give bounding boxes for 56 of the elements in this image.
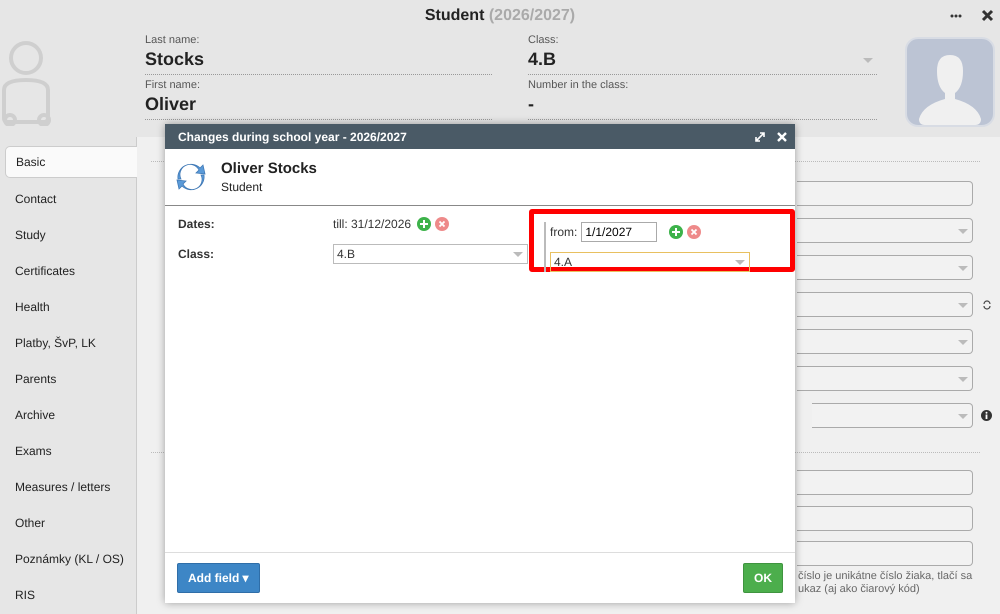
input-field[interactable] xyxy=(797,541,973,566)
input-field[interactable] xyxy=(797,181,973,206)
sidebar-tab[interactable]: Platby, ŠvP, LK xyxy=(5,328,136,358)
more-icon[interactable] xyxy=(950,14,962,18)
sidebar-tab[interactable]: Measures / letters xyxy=(5,472,136,502)
dialog-title: Changes during school year - 2026/2027 xyxy=(178,130,408,144)
field-label: Class: xyxy=(528,34,559,46)
refresh-icon[interactable] xyxy=(982,300,992,310)
add-icon[interactable] xyxy=(417,217,432,231)
hint-text: číslo je unikátne číslo žiaka, tlačí sa xyxy=(798,570,972,583)
add-field-button[interactable]: Add field ▾ xyxy=(177,563,260,593)
sidebar-tab[interactable]: Parents xyxy=(5,364,136,394)
row-label: Dates: xyxy=(178,217,216,231)
sidebar-tab[interactable]: Archive xyxy=(5,400,136,430)
person-role: Student xyxy=(221,180,264,194)
sidebar-tab[interactable]: Study xyxy=(5,220,136,250)
date-text: till: 31/12/2026 xyxy=(333,217,412,231)
from-label: from: xyxy=(550,225,578,239)
field-label: First name: xyxy=(145,79,200,91)
field-value: Oliver xyxy=(145,94,198,116)
remove-icon[interactable] xyxy=(435,217,450,231)
sidebar-tab[interactable]: Basic xyxy=(5,146,137,178)
sidebar-tab[interactable]: Exams xyxy=(5,436,136,466)
sidebar-tab[interactable]: Health xyxy=(5,292,136,322)
remove-icon[interactable] xyxy=(687,225,702,239)
avatar-icon xyxy=(905,37,995,127)
input-field[interactable] xyxy=(797,470,973,495)
add-icon[interactable] xyxy=(669,225,684,239)
sidebar-tab[interactable]: Other xyxy=(5,508,136,538)
class-select[interactable]: 4.A xyxy=(550,252,750,272)
info-icon xyxy=(981,410,992,421)
sidebar-tab[interactable]: Certificates xyxy=(5,256,136,286)
sidebar-tab[interactable]: Poznámky (KL / OS) xyxy=(5,544,136,574)
select-field[interactable] xyxy=(797,292,973,317)
class-select[interactable]: 4.B xyxy=(333,244,528,264)
select-field[interactable] xyxy=(812,403,973,428)
field-value: Stocks xyxy=(145,49,206,71)
row-label: Class: xyxy=(178,247,216,261)
class-select[interactable]: 4.B xyxy=(528,49,877,71)
hint-text: ukaz (aj ako čiarový kód) xyxy=(798,583,920,596)
select-field[interactable] xyxy=(797,218,973,243)
person-name: Oliver Stocks xyxy=(221,160,317,177)
input-field[interactable] xyxy=(797,506,973,531)
sync-icon xyxy=(175,161,207,193)
maximize-icon[interactable] xyxy=(755,132,765,142)
select-field[interactable] xyxy=(797,329,973,354)
field-label: Last name: xyxy=(145,34,200,46)
select-field[interactable] xyxy=(797,366,973,391)
field-value: - xyxy=(528,94,535,116)
field-label: Number in the class: xyxy=(528,79,628,91)
sidebar-tab[interactable]: Contact xyxy=(5,184,136,214)
window-title: Student (2026/2027) xyxy=(424,7,576,25)
date-input[interactable]: 1/1/2027 xyxy=(581,222,658,242)
select-field[interactable] xyxy=(797,255,973,280)
sidebar-tab[interactable]: RIS xyxy=(5,580,136,610)
close-icon[interactable] xyxy=(981,9,994,22)
